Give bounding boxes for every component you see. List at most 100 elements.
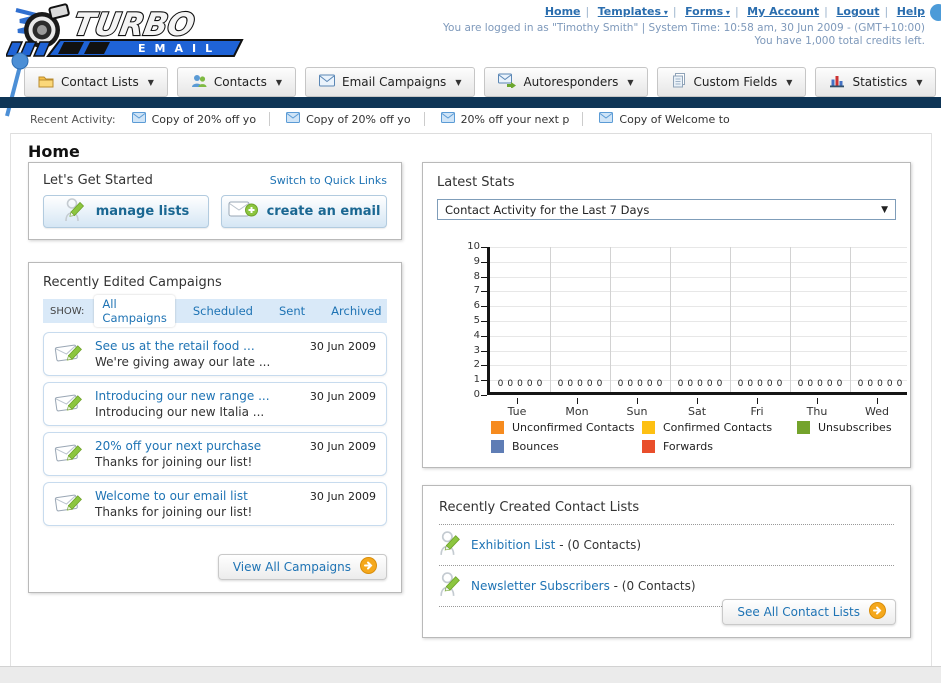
main-tab-bar: Contact Lists ▼ Contacts ▼ Email Campaig… bbox=[24, 67, 937, 97]
x-axis-label-sun: Sun bbox=[626, 405, 648, 418]
tab-autoresponders[interactable]: Autoresponders ▼ bbox=[484, 67, 648, 97]
campaign-row[interactable]: 20% off your next purchase Thanks for jo… bbox=[43, 432, 387, 476]
recent-contact-lists-title: Recently Created Contact Lists bbox=[439, 500, 640, 515]
chevron-down-icon: ▾ bbox=[661, 8, 668, 17]
filter-scheduled[interactable]: Scheduled bbox=[185, 302, 261, 320]
arrow-circle-icon bbox=[360, 557, 377, 577]
campaign-filter-bar: SHOW: All Campaigns Scheduled Sent Archi… bbox=[43, 295, 389, 327]
nav-separator: | bbox=[585, 5, 590, 18]
recent-activity-item[interactable]: 20% off your next p bbox=[440, 112, 584, 126]
nav-link-logout[interactable]: Logout bbox=[836, 5, 879, 18]
campaign-subtitle: Thanks for joining our list! bbox=[95, 454, 253, 469]
legend-item-forwards: Forwards bbox=[642, 440, 797, 453]
x-axis-label-tue: Tue bbox=[507, 405, 527, 418]
campaign-title-link[interactable]: See us at the retail food ... bbox=[95, 339, 270, 354]
stats-period-select[interactable]: Contact Activity for the Last 7 Days ▼ bbox=[437, 199, 896, 220]
view-all-campaigns-label: View All Campaigns bbox=[232, 560, 351, 574]
campaign-list: See us at the retail food ... We're givi… bbox=[43, 332, 387, 526]
edit-email-icon bbox=[54, 489, 85, 519]
create-an-email-button[interactable]: create an email bbox=[221, 195, 387, 228]
y-axis-tick-label: 8 bbox=[473, 270, 480, 282]
turbo-logo-graphic: TURBO EMAIL bbox=[4, 3, 244, 57]
campaign-title-link[interactable]: 20% off your next purchase bbox=[95, 439, 261, 454]
y-axis-tick-label: 6 bbox=[473, 300, 480, 312]
chevron-down-icon: ▼ bbox=[275, 77, 282, 87]
nav-separator: | bbox=[734, 5, 739, 18]
chevron-down-icon: ▼ bbox=[916, 77, 923, 87]
campaign-title-link[interactable]: Introducing our new range ... bbox=[95, 389, 270, 404]
value-labels-sat: 00000 bbox=[677, 379, 723, 389]
navy-divider-bar bbox=[0, 97, 941, 108]
manage-lists-button[interactable]: manage lists bbox=[43, 195, 209, 228]
x-axis-label-wed: Wed bbox=[865, 405, 889, 418]
recent-activity-item[interactable]: Copy of 20% off yo bbox=[286, 112, 425, 126]
filter-archived[interactable]: Archived bbox=[323, 302, 389, 320]
nav-link-home[interactable]: Home bbox=[545, 5, 581, 18]
campaign-row[interactable]: Welcome to our email list Thanks for joi… bbox=[43, 482, 387, 526]
nav-link-forms[interactable]: Forms ▾ bbox=[685, 5, 730, 18]
app-page: TURBO EMAIL Home | Templates ▾ | Forms ▾ | bbox=[0, 0, 941, 683]
value-labels-sun: 00000 bbox=[617, 379, 663, 389]
latest-stats-title: Latest Stats bbox=[437, 175, 515, 190]
tab-email-campaigns[interactable]: Email Campaigns ▼ bbox=[305, 67, 476, 97]
activity-divider bbox=[10, 133, 932, 134]
view-all-campaigns-button[interactable]: View All Campaigns bbox=[217, 554, 387, 580]
edit-email-icon bbox=[54, 439, 85, 469]
filter-sent[interactable]: Sent bbox=[271, 302, 313, 320]
x-axis-label-mon: Mon bbox=[565, 405, 589, 418]
legend-item-unsubscribes: Unsubscribes bbox=[797, 421, 910, 434]
recent-contact-lists-panel: Recently Created Contact Lists Exhibitio… bbox=[422, 485, 911, 638]
chevron-down-icon: ▼ bbox=[786, 77, 793, 87]
nav-item: Home | bbox=[545, 5, 598, 18]
switch-to-quick-links-link[interactable]: Switch to Quick Links bbox=[270, 174, 387, 187]
nav-item: Logout | bbox=[836, 5, 896, 18]
campaign-row[interactable]: See us at the retail food ... We're givi… bbox=[43, 332, 387, 376]
email-icon bbox=[599, 112, 614, 126]
campaign-subtitle: Introducing our new Italia ... bbox=[95, 404, 265, 419]
campaign-title-link[interactable]: Welcome to our email list bbox=[95, 489, 252, 504]
contact-list-item: Newsletter Subscribers - (0 Contacts) bbox=[439, 570, 894, 602]
contact-list-link-exhibition-list[interactable]: Exhibition List bbox=[471, 538, 555, 552]
tab-contacts[interactable]: Contacts ▼ bbox=[176, 67, 296, 97]
nav-link-help[interactable]: Help bbox=[897, 5, 925, 18]
tab-statistics[interactable]: Statistics ▼ bbox=[815, 67, 937, 97]
autoresponders-icon bbox=[498, 73, 517, 91]
campaign-subtitle: We're giving away our late ... bbox=[95, 354, 271, 369]
legend-swatch bbox=[797, 421, 810, 434]
nav-separator: | bbox=[884, 5, 889, 18]
nav-item: Templates ▾ | bbox=[598, 5, 685, 18]
contact-list-link-newsletter-subscribers[interactable]: Newsletter Subscribers bbox=[471, 579, 610, 593]
chevron-down-icon: ▾ bbox=[723, 8, 730, 17]
dotted-divider bbox=[439, 524, 894, 525]
recent-activity-item[interactable]: Copy of Welcome to bbox=[599, 112, 742, 126]
recent-campaigns-panel: Recently Edited Campaigns SHOW: All Camp… bbox=[28, 262, 402, 593]
recent-activity-label: Recent Activity: bbox=[30, 112, 116, 126]
footer-strip bbox=[0, 666, 941, 683]
contact-list-detail: - (0 Contacts) bbox=[559, 538, 642, 552]
nav-link-templates[interactable]: Templates ▾ bbox=[598, 5, 668, 18]
manage-lists-icon bbox=[63, 197, 87, 227]
legend-item-bounces: Bounces bbox=[491, 440, 642, 453]
campaign-subtitle: Thanks for joining our list! bbox=[95, 504, 253, 519]
see-all-contact-lists-button[interactable]: See All Contact Lists bbox=[722, 599, 896, 625]
y-axis-tick-label: 5 bbox=[473, 315, 480, 326]
turbo-email-logo: TURBO EMAIL bbox=[4, 2, 251, 64]
latest-stats-panel: Latest Stats Contact Activity for the La… bbox=[422, 162, 911, 468]
filter-all-campaigns[interactable]: All Campaigns bbox=[94, 295, 175, 327]
x-axis-label-thu: Thu bbox=[806, 405, 828, 418]
get-started-title: Let's Get Started bbox=[43, 173, 153, 188]
tab-custom-fields[interactable]: Custom Fields ▼ bbox=[656, 67, 807, 97]
create-email-icon bbox=[228, 199, 258, 225]
help-balloon-icon[interactable] bbox=[930, 4, 941, 21]
nav-separator: | bbox=[824, 5, 828, 18]
y-axis-tick-label: 9 bbox=[473, 255, 480, 267]
nav-item: Help bbox=[897, 5, 925, 18]
legend-swatch bbox=[642, 421, 655, 434]
email-icon bbox=[131, 112, 146, 126]
legend-item-confirmed-contacts: Confirmed Contacts bbox=[642, 421, 797, 434]
credits-info: You have 1,000 total credits left. bbox=[754, 35, 925, 47]
recent-activity-item[interactable]: Copy of 20% off yo bbox=[131, 112, 271, 126]
nav-link-my-account[interactable]: My Account bbox=[747, 5, 819, 18]
campaign-row[interactable]: Introducing our new range ... Introducin… bbox=[43, 382, 387, 426]
tab-contact-lists[interactable]: Contact Lists ▼ bbox=[24, 67, 168, 97]
